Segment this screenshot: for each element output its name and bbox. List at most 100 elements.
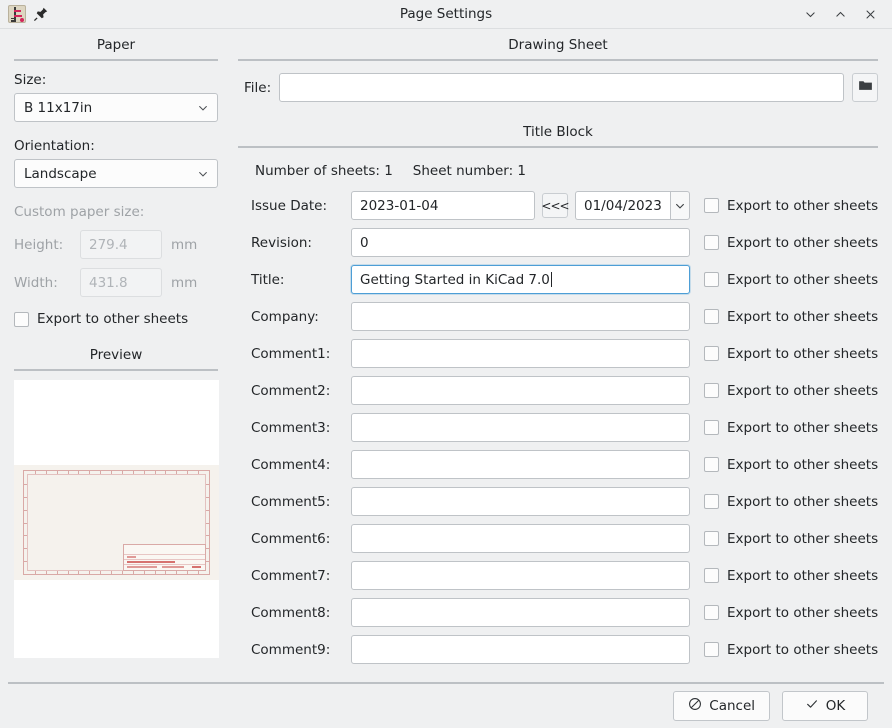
close-icon[interactable] bbox=[862, 6, 878, 22]
preview-pane: Preview bbox=[14, 347, 219, 658]
title-block-export-checkbox-row[interactable]: Export to other sheets bbox=[690, 383, 878, 399]
preview-ticks-left bbox=[24, 471, 27, 574]
custom-width-row: Width: 431.8 mm bbox=[14, 268, 218, 297]
preview-ticks-right bbox=[206, 471, 209, 574]
title-block-field-label: Title: bbox=[251, 271, 285, 288]
title-block-field-row: Comment8: Export to other sheets bbox=[238, 594, 878, 631]
title-block-field-input[interactable]: 0 bbox=[351, 228, 690, 257]
window-controls bbox=[802, 6, 886, 22]
issue-date-export-checkbox[interactable] bbox=[704, 198, 719, 213]
title-block-export-label: Export to other sheets bbox=[727, 530, 879, 547]
title-block-export-checkbox-row[interactable]: Export to other sheets bbox=[690, 531, 878, 547]
title-block-field-input[interactable] bbox=[351, 635, 690, 664]
title-block-export-checkbox[interactable] bbox=[704, 309, 719, 324]
title-block-export-checkbox-row[interactable]: Export to other sheets bbox=[690, 235, 878, 251]
issue-date-export-checkbox-row[interactable]: Export to other sheets bbox=[690, 198, 878, 214]
title-block-export-checkbox-row[interactable]: Export to other sheets bbox=[690, 642, 878, 658]
custom-height-unit: mm bbox=[171, 236, 198, 253]
title-block-field-input[interactable] bbox=[351, 598, 690, 627]
title-block-export-label: Export to other sheets bbox=[727, 382, 879, 399]
title-block-field-row: Comment4: Export to other sheets bbox=[238, 446, 878, 483]
preview-section-rule bbox=[14, 369, 218, 371]
cancel-button[interactable]: Cancel bbox=[673, 691, 770, 721]
title-block-field-row: Comment7: Export to other sheets bbox=[238, 557, 878, 594]
drawing-sheet-file-row: File: bbox=[238, 70, 878, 102]
title-block-export-checkbox[interactable] bbox=[704, 420, 719, 435]
title-block-export-checkbox-row[interactable]: Export to other sheets bbox=[690, 605, 878, 621]
title-block-export-checkbox[interactable] bbox=[704, 605, 719, 620]
check-icon bbox=[805, 697, 819, 715]
paper-export-checkbox[interactable] bbox=[14, 311, 29, 327]
title-block-export-checkbox[interactable] bbox=[704, 383, 719, 398]
paper-size-label: Size: bbox=[14, 72, 47, 88]
chevron-up-icon[interactable] bbox=[832, 6, 848, 22]
drawing-sheet-file-input[interactable] bbox=[279, 73, 844, 102]
title-block-export-checkbox[interactable] bbox=[704, 642, 719, 657]
paper-export-checkbox-row[interactable]: Export to other sheets bbox=[14, 311, 218, 327]
title-block-export-checkbox-row[interactable]: Export to other sheets bbox=[690, 272, 878, 288]
chevron-down-icon[interactable] bbox=[669, 191, 690, 220]
title-block-field-label: Comment7: bbox=[251, 567, 331, 584]
drawing-sheet-browse-button[interactable] bbox=[852, 73, 878, 102]
cancel-button-label: Cancel bbox=[709, 698, 755, 714]
title-block-section-title: Title Block bbox=[523, 124, 593, 140]
title-block-export-label: Export to other sheets bbox=[727, 308, 879, 325]
title-block-field-input[interactable] bbox=[351, 524, 690, 553]
chevron-down-icon[interactable] bbox=[802, 6, 818, 22]
custom-paper-size-label: Custom paper size: bbox=[14, 204, 145, 220]
custom-height-row: Height: 279.4 mm bbox=[14, 230, 218, 259]
title-block-export-checkbox-row[interactable]: Export to other sheets bbox=[690, 346, 878, 362]
title-block-field-input[interactable] bbox=[351, 450, 690, 479]
pin-icon[interactable] bbox=[33, 6, 49, 22]
issue-date-picker[interactable]: 01/04/2023 bbox=[575, 191, 690, 220]
title-block-field-label: Comment1: bbox=[251, 345, 331, 362]
title-block-field-input[interactable] bbox=[351, 487, 690, 516]
drawing-sheet-pane: Drawing Sheet File: Title Block Number o… bbox=[232, 29, 892, 682]
issue-date-picker-value: 01/04/2023 bbox=[575, 191, 670, 220]
title-block-export-label: Export to other sheets bbox=[727, 234, 879, 251]
title-block-field-label: Revision: bbox=[251, 234, 312, 251]
title-block-export-checkbox-row[interactable]: Export to other sheets bbox=[690, 309, 878, 325]
preview-ticks-bottom bbox=[24, 571, 209, 574]
drawing-sheet-file-label: File: bbox=[244, 79, 272, 96]
sheet-info-row: Number of sheets: 1 Sheet number: 1 bbox=[238, 157, 878, 187]
sheet-number-text: Sheet number: 1 bbox=[412, 163, 526, 179]
title-block-field-row: Comment6: Export to other sheets bbox=[238, 520, 878, 557]
title-block-export-label: Export to other sheets bbox=[727, 419, 879, 436]
title-block-export-checkbox-row[interactable]: Export to other sheets bbox=[690, 568, 878, 584]
title-block-export-checkbox[interactable] bbox=[704, 531, 719, 546]
title-block-field-input[interactable] bbox=[351, 376, 690, 405]
title-block-export-checkbox[interactable] bbox=[704, 235, 719, 250]
issue-date-input[interactable]: 2023-01-04 bbox=[351, 191, 535, 220]
paper-export-label: Export to other sheets bbox=[37, 311, 189, 327]
title-block-field-row: Revision: 0 Export to other sheets bbox=[238, 224, 878, 261]
chevron-down-icon bbox=[197, 168, 209, 180]
titlebar-left-icons bbox=[6, 5, 49, 23]
title-block-export-checkbox[interactable] bbox=[704, 457, 719, 472]
paper-orientation-combo[interactable]: Landscape bbox=[14, 159, 218, 188]
issue-date-apply-button[interactable]: <<< bbox=[541, 193, 570, 218]
paper-section-header: Paper bbox=[14, 37, 218, 61]
title-block-export-checkbox-row[interactable]: Export to other sheets bbox=[690, 457, 878, 473]
title-block-field-input[interactable] bbox=[351, 413, 690, 442]
title-block-field-label: Comment4: bbox=[251, 456, 331, 473]
title-block-field-input[interactable] bbox=[351, 339, 690, 368]
paper-size-combo[interactable]: B 11x17in bbox=[14, 93, 218, 122]
title-block-export-label: Export to other sheets bbox=[727, 456, 879, 473]
title-block-export-checkbox-row[interactable]: Export to other sheets bbox=[690, 494, 878, 510]
title-block-field-input[interactable] bbox=[351, 561, 690, 590]
title-block-export-checkbox[interactable] bbox=[704, 494, 719, 509]
preview-section-header: Preview bbox=[14, 347, 218, 371]
title-block-field-row: Company: Export to other sheets bbox=[238, 298, 878, 335]
drawing-sheet-section-rule bbox=[238, 59, 878, 61]
title-block-export-checkbox[interactable] bbox=[704, 272, 719, 287]
title-block-field-input[interactable]: Getting Started in KiCad 7.0 bbox=[351, 265, 690, 294]
window-titlebar: Page Settings bbox=[0, 0, 892, 29]
title-block-export-checkbox[interactable] bbox=[704, 346, 719, 361]
title-block-field-label: Comment5: bbox=[251, 493, 331, 510]
ok-button[interactable]: OK bbox=[782, 691, 868, 721]
title-block-export-checkbox-row[interactable]: Export to other sheets bbox=[690, 420, 878, 436]
title-block-field-label: Comment8: bbox=[251, 604, 331, 621]
title-block-export-checkbox[interactable] bbox=[704, 568, 719, 583]
title-block-field-input[interactable] bbox=[351, 302, 690, 331]
